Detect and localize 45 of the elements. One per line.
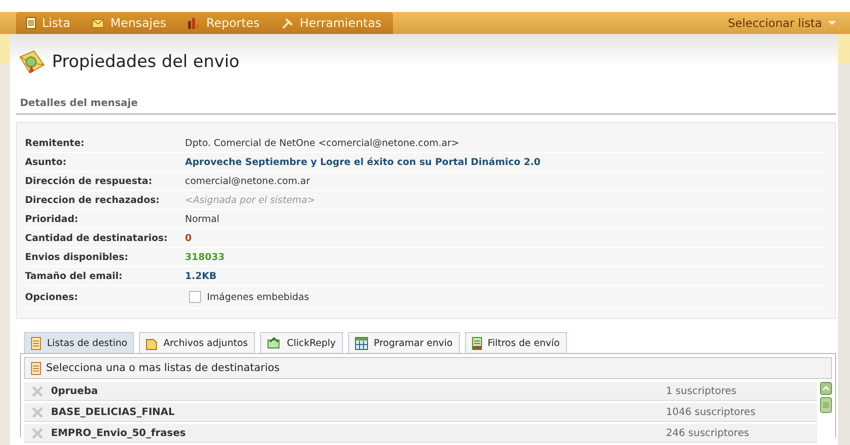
field-label: Asunto:: [25, 156, 68, 168]
tab[interactable]: ClickReply: [260, 332, 343, 353]
calendar-icon: [354, 336, 368, 350]
scrollbar-thumb[interactable]: [820, 397, 832, 413]
bar-chart-icon: [188, 18, 200, 28]
field-value: Normal: [185, 214, 220, 224]
remove-icon: [32, 428, 43, 438]
field-value: 0: [185, 232, 192, 244]
page-title: Propiedades del envio: [52, 52, 240, 72]
field-label: Dirección de respuesta:: [25, 176, 154, 186]
tab[interactable]: Programar envio: [348, 332, 460, 353]
field-label: Prioridad:: [25, 214, 80, 224]
field-label: Remitente:: [25, 138, 86, 148]
remove-icon: [32, 406, 43, 418]
tab[interactable]: Archivos adjuntos: [139, 332, 255, 353]
tools-icon: [282, 17, 294, 29]
field-label: Cantidad de destinatarios:: [25, 232, 169, 244]
list-row[interactable]: 0prueba 1 suscriptores: [24, 382, 817, 401]
remove-icon: [32, 386, 43, 396]
field-label: Direccion de rechazados:: [25, 194, 161, 206]
tab[interactable]: Filtros de envío: [464, 332, 567, 353]
document-icon: [472, 336, 482, 350]
field-value: 1.2KB: [185, 270, 216, 282]
list-selector[interactable]: Seleccionar lista: [728, 12, 850, 34]
page-icon: [26, 17, 36, 29]
field-value: comercial@netone.com.ar: [185, 176, 310, 186]
field-value: Aproveche Septiembre y Logre el éxito con su Portal Dinámico 2.0: [185, 156, 541, 168]
field-label: Envios disponibles:: [25, 252, 130, 262]
caret-icon: [828, 21, 836, 25]
file-icon: [146, 336, 158, 350]
list-row[interactable]: BASE_DELICIAS_FINAL 1046 suscriptores: [24, 403, 817, 422]
list-row[interactable]: EMPRO_Envio_50_frases 246 suscriptores: [24, 424, 817, 443]
field-value: 318033: [185, 252, 225, 262]
tab[interactable]: Listas de destino: [24, 332, 134, 353]
header-text: Selecciona una o mas listas de destinatarios: [46, 362, 280, 374]
document-icon: [31, 336, 41, 350]
embedded-images-checkbox[interactable]: Imágenes embebidas: [185, 291, 310, 303]
field-label: Tamaño del email:: [25, 270, 124, 282]
scroll-up-button[interactable]: [820, 382, 832, 395]
field-label: Opciones:: [25, 292, 79, 302]
field-value: Dpto. Comercial de NetOne <comercial@netone.com.ar>: [185, 138, 460, 148]
section-heading: Detalles del mensaje: [16, 90, 836, 115]
envelope-icon: [92, 18, 104, 28]
envelope-icon: [18, 49, 46, 75]
document-icon: [31, 362, 41, 374]
